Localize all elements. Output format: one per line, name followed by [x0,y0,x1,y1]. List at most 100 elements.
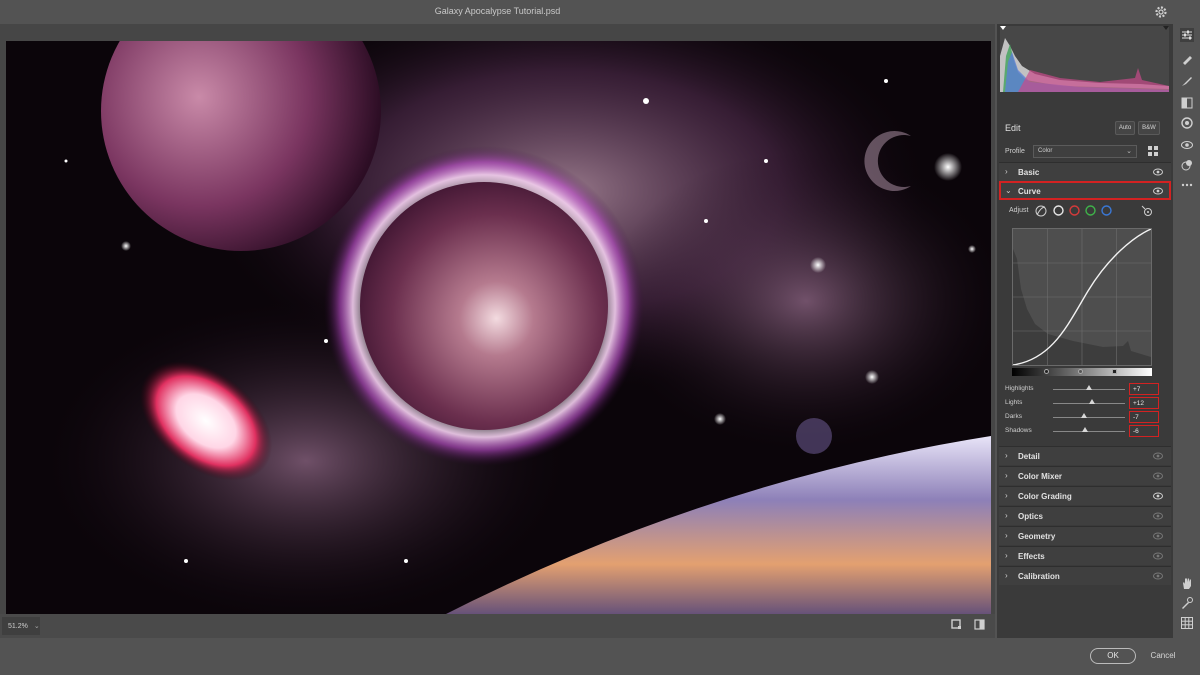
profile-label: Profile [1005,148,1025,155]
eye-icon[interactable] [1153,492,1163,500]
point-curve-white-icon[interactable] [1053,205,1064,216]
title-bar: Galaxy Apocalypse Tutorial.psd [0,0,1200,24]
eye-icon[interactable] [1153,472,1163,480]
edit-header: Edit Auto B&W [997,118,1173,140]
lights-label: Lights [1005,399,1023,406]
single-view-icon[interactable] [951,619,962,630]
grid-icon[interactable] [1180,616,1194,630]
shadows-label: Shadows [1005,427,1032,434]
highlights-split-handle[interactable] [1112,369,1117,374]
lights-slider-thumb[interactable] [1089,399,1095,404]
highlights-slider-row: Highlights +7 [997,382,1173,396]
eye-icon[interactable] [1153,552,1163,560]
darks-label: Darks [1005,413,1022,420]
radial-filter-icon[interactable] [1180,116,1194,130]
curve-gradient-strip [1012,368,1152,376]
chevron-down-icon: ⌄ [33,623,40,630]
section-curve-title: Curve [1018,187,1041,196]
darks-value[interactable]: -7 [1129,411,1159,423]
section-color-mixer-title: Color Mixer [1018,472,1063,481]
chevron-right-icon: › [1005,531,1008,540]
chevron-down-icon: ⌄ [1126,148,1132,155]
shadows-split-handle[interactable] [1044,369,1049,374]
section-color-grading-title: Color Grading [1018,492,1072,501]
chevron-down-icon: ⌄ [1005,186,1012,195]
lights-value[interactable]: +12 [1129,397,1159,409]
galaxy-photo[interactable] [6,41,991,619]
zoom-level-value: 51.2% [8,623,28,630]
section-color-mixer[interactable]: › Color Mixer [999,466,1171,485]
profile-browser-grid-icon[interactable] [1148,146,1158,156]
zoom-level-dropdown[interactable]: 51.2% ⌄ [2,617,40,635]
section-detail-title: Detail [1018,452,1040,461]
point-curve-green-icon[interactable] [1085,205,1096,216]
highlights-slider-thumb[interactable] [1086,385,1092,390]
healing-brush-icon[interactable] [1180,52,1194,66]
targeted-adjustment-icon[interactable] [1141,205,1153,217]
presets-icon[interactable] [1180,158,1194,172]
galaxy-image [6,41,991,619]
section-optics[interactable]: › Optics [999,506,1171,525]
chevron-right-icon: › [1005,511,1008,520]
settings-gear-icon[interactable] [1154,5,1168,19]
section-optics-title: Optics [1018,512,1043,521]
dialog-footer [0,638,1200,675]
highlights-label: Highlights [1005,385,1034,392]
curve-adjust-row: Adjust [997,202,1173,220]
histogram-graph [1000,26,1169,92]
section-geometry[interactable]: › Geometry [999,526,1171,545]
section-color-grading[interactable]: › Color Grading [999,486,1171,505]
parametric-curve-icon[interactable] [1035,205,1047,217]
darks-slider-thumb[interactable] [1081,413,1087,418]
shadows-slider-thumb[interactable] [1082,427,1088,432]
tone-curve-graph[interactable] [1012,228,1152,366]
sampler-icon[interactable] [1180,596,1194,610]
section-basic-title: Basic [1018,168,1040,177]
adjust-label: Adjust [1009,207,1029,214]
chevron-right-icon: › [1005,167,1008,176]
edit-panel: Edit Auto B&W Profile Color ⌄ › Basic ⌄ … [997,24,1173,638]
before-after-view-icon[interactable] [974,619,985,630]
red-eye-icon[interactable] [1180,138,1194,152]
section-effects-title: Effects [1018,552,1045,561]
profile-value: Color [1038,148,1053,154]
edit-title: Edit [1005,123,1021,133]
image-canvas-area [0,24,995,619]
section-calibration[interactable]: › Calibration [999,566,1171,585]
brush-icon[interactable] [1180,74,1194,88]
section-calibration-title: Calibration [1018,572,1060,581]
eye-icon[interactable] [1153,168,1163,176]
profile-select[interactable]: Color ⌄ [1033,145,1137,158]
section-effects[interactable]: › Effects [999,546,1171,565]
view-mode-icons [951,619,985,630]
hand-icon[interactable] [1180,576,1194,590]
eye-icon[interactable] [1153,512,1163,520]
darks-slider[interactable] [1053,417,1125,418]
highlights-value[interactable]: +7 [1129,383,1159,395]
point-curve-blue-icon[interactable] [1101,205,1112,216]
ok-button[interactable]: OK [1090,648,1136,664]
midtones-split-handle[interactable] [1078,369,1083,374]
shadows-slider-row: Shadows -6 [997,424,1173,438]
cancel-button[interactable]: Cancel [1148,648,1178,664]
histogram [1000,26,1169,92]
eye-icon[interactable] [1153,532,1163,540]
eye-icon[interactable] [1153,187,1163,195]
more-icon[interactable] [1180,178,1194,192]
section-detail[interactable]: › Detail [999,446,1171,465]
eye-icon[interactable] [1153,572,1163,580]
shadows-value[interactable]: -6 [1129,425,1159,437]
auto-button[interactable]: Auto [1115,121,1135,135]
section-geometry-title: Geometry [1018,532,1056,541]
section-basic[interactable]: › Basic [999,162,1171,181]
eye-icon[interactable] [1153,452,1163,460]
shadows-slider[interactable] [1053,431,1125,432]
linear-gradient-icon[interactable] [1180,96,1194,110]
point-curve-red-icon[interactable] [1069,205,1080,216]
tone-curve-svg [1012,228,1152,366]
edit-sliders-icon[interactable] [1180,28,1194,42]
bw-button[interactable]: B&W [1138,121,1160,135]
window-title: Galaxy Apocalypse Tutorial.psd [434,6,561,16]
zoom-bar: 51.2% ⌄ [0,614,995,638]
section-curve[interactable]: ⌄ Curve [999,181,1171,200]
